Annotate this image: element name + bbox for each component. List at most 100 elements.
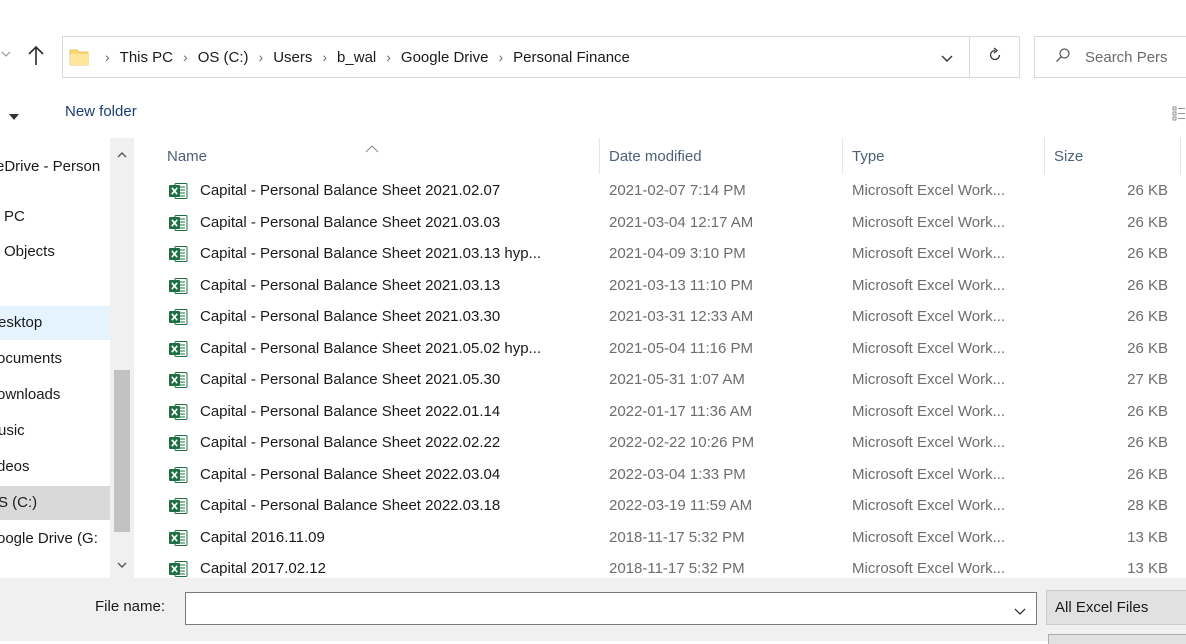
file-row[interactable]: Capital - Personal Balance Sheet 2021.03… — [134, 239, 1186, 270]
sidebar-item-desktop[interactable]: esktop — [0, 306, 110, 340]
column-divider[interactable] — [1180, 138, 1181, 174]
column-divider[interactable] — [842, 138, 843, 174]
sidebar-item-label: deos — [0, 458, 30, 475]
file-row[interactable]: Capital - Personal Balance Sheet 2022.02… — [134, 428, 1186, 459]
breadcrumb-item-users[interactable]: Users — [273, 49, 312, 66]
file-row[interactable]: Capital - Personal Balance Sheet 2021.05… — [134, 334, 1186, 365]
sidebar-item-this-pc[interactable]: PC — [0, 200, 110, 234]
file-name-input[interactable] — [190, 599, 990, 618]
refresh-button[interactable] — [970, 36, 1020, 78]
folder-icon — [69, 47, 89, 71]
file-date-modified: 2021-05-31 1:07 AM — [609, 371, 745, 388]
file-date-modified: 2021-03-04 12:17 AM — [609, 213, 754, 231]
file-date-modified: 2022-03-04 1:33 PM — [609, 465, 746, 483]
sidebar-item-label: ownloads — [0, 386, 61, 403]
up-arrow-button[interactable] — [26, 44, 50, 72]
organize-dropdown-icon[interactable] — [8, 108, 20, 125]
file-size: 26 KB — [1127, 402, 1168, 420]
chevron-down-icon[interactable] — [1014, 604, 1026, 621]
breadcrumb-item-google-drive[interactable]: Google Drive — [401, 49, 489, 66]
sidebar-item-os-c[interactable]: S (C:) — [0, 486, 110, 520]
column-divider[interactable] — [599, 138, 600, 174]
breadcrumb-item-this-pc[interactable]: This PC — [120, 49, 173, 66]
excel-file-icon — [168, 245, 188, 267]
file-row[interactable]: Capital - Personal Balance Sheet 2022.03… — [134, 460, 1186, 491]
file-row[interactable]: Capital - Personal Balance Sheet 2022.03… — [134, 491, 1186, 522]
sidebar-item-music[interactable]: usic — [0, 414, 110, 448]
file-type: Microsoft Excel Work... — [852, 182, 1006, 199]
column-header-name[interactable]: Name — [167, 148, 207, 165]
breadcrumb-item-personal-finance[interactable]: Personal Finance — [513, 49, 630, 66]
file-type: Microsoft Excel Work... — [852, 339, 1006, 357]
excel-file-icon — [168, 529, 188, 551]
file-row[interactable]: Capital - Personal Balance Sheet 2021.03… — [134, 271, 1186, 302]
excel-file-icon — [168, 466, 188, 488]
breadcrumb-item-b-wal[interactable]: b_wal — [337, 49, 376, 66]
excel-file-icon — [168, 182, 188, 204]
file-name: Capital - Personal Balance Sheet 2021.02… — [200, 182, 501, 199]
sidebar-item-documents[interactable]: ocuments — [0, 342, 110, 376]
sidebar-item-label: esktop — [0, 314, 43, 331]
breadcrumb-separator-icon: › — [258, 49, 264, 65]
file-type: Microsoft Excel Work... — [852, 371, 1006, 388]
excel-file-icon — [168, 497, 188, 519]
file-type: Microsoft Excel Work... — [852, 465, 1006, 483]
chevron-down-icon[interactable] — [941, 51, 953, 68]
file-row[interactable]: Capital - Personal Balance Sheet 2021.03… — [134, 302, 1186, 333]
breadcrumb-separator-icon: › — [498, 49, 504, 65]
sidebar-item-label: S (C:) — [0, 494, 38, 511]
file-row[interactable]: Capital 2017.02.12 2018-11-17 5:32 PM Micr… — [134, 554, 1186, 578]
sidebar-item-label: usic — [0, 422, 25, 439]
search-input[interactable] — [1085, 48, 1185, 66]
file-size: 28 KB — [1127, 497, 1168, 514]
file-list: Name Date modified Type Size Capital - P… — [134, 138, 1186, 578]
scroll-up-icon[interactable] — [117, 146, 127, 163]
column-header-type[interactable]: Type — [852, 148, 885, 165]
file-row[interactable]: Capital - Personal Balance Sheet 2021.03… — [134, 208, 1186, 239]
file-date-modified: 2021-03-13 11:10 PM — [609, 276, 753, 294]
file-name: Capital - Personal Balance Sheet 2022.01… — [200, 402, 501, 420]
column-header-date-modified[interactable]: Date modified — [609, 148, 702, 165]
scrollbar-thumb[interactable] — [114, 370, 130, 532]
view-options-icon[interactable] — [1172, 105, 1186, 121]
file-size: 27 KB — [1127, 371, 1168, 388]
sidebar-item-onedrive[interactable]: eDrive - Person — [0, 150, 110, 184]
new-folder-button[interactable]: New folder — [65, 103, 137, 120]
sidebar-scrollbar[interactable] — [110, 138, 134, 578]
address-bar[interactable]: › This PC › OS (C:) › Users › b_wal › Go… — [62, 36, 970, 78]
file-row[interactable]: Capital - Personal Balance Sheet 2021.02… — [134, 176, 1186, 207]
file-row[interactable]: Capital 2016.11.09 2018-11-17 5:32 PM Micr… — [134, 523, 1186, 554]
file-type: Microsoft Excel Work... — [852, 276, 1006, 294]
file-type: Microsoft Excel Work... — [852, 245, 1006, 262]
file-size: 26 KB — [1127, 276, 1168, 294]
breadcrumb-separator-icon: › — [105, 49, 110, 65]
column-header-size[interactable]: Size — [1054, 148, 1083, 165]
file-date-modified: 2022-01-17 11:36 AM — [609, 402, 753, 420]
file-row[interactable]: Capital - Personal Balance Sheet 2022.01… — [134, 397, 1186, 428]
file-type: Microsoft Excel Work... — [852, 213, 1006, 231]
column-divider[interactable] — [1044, 138, 1045, 174]
file-name-label: File name: — [95, 598, 166, 615]
file-type-filter-select[interactable]: All Excel Files — [1046, 590, 1186, 625]
file-name-combobox[interactable] — [185, 592, 1037, 625]
sidebar-item-videos[interactable]: deos — [0, 450, 110, 484]
file-size: 13 KB — [1127, 560, 1168, 577]
sidebar-item-google-drive[interactable]: oogle Drive (G: — [0, 522, 110, 556]
sidebar-item-3d-objects[interactable]: Objects — [0, 235, 110, 269]
file-type: Microsoft Excel Work... — [852, 402, 1006, 420]
file-name: Capital - Personal Balance Sheet 2021.03… — [200, 213, 501, 231]
search-box[interactable] — [1034, 36, 1186, 78]
breadcrumb-item-os-c[interactable]: OS (C:) — [198, 49, 249, 66]
sidebar-item-hidden[interactable] — [0, 270, 110, 304]
file-date-modified: 2018-11-17 5:32 PM — [609, 528, 745, 546]
sidebar-item-label: oogle Drive (G: — [0, 530, 98, 547]
breadcrumb-separator-icon: › — [322, 49, 328, 65]
file-row[interactable]: Capital - Personal Balance Sheet 2021.05… — [134, 365, 1186, 396]
back-dropdown-icon[interactable] — [0, 48, 20, 68]
open-button[interactable] — [1048, 634, 1186, 644]
file-name: Capital - Personal Balance Sheet 2022.03… — [200, 465, 501, 483]
scroll-down-icon[interactable] — [117, 556, 127, 573]
file-type: Microsoft Excel Work... — [852, 434, 1006, 451]
breadcrumb-separator-icon: › — [386, 49, 391, 65]
sidebar-item-downloads[interactable]: ownloads — [0, 378, 110, 412]
